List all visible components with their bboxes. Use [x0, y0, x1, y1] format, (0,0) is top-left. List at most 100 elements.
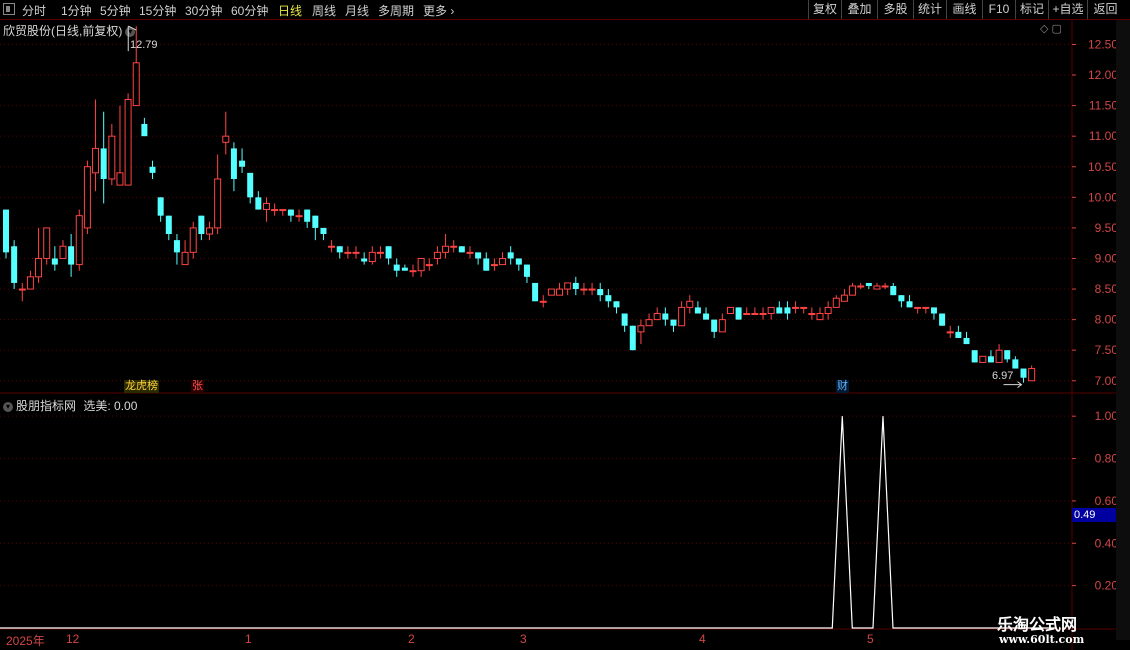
- candle-body: [458, 246, 465, 253]
- candle-body: [865, 282, 872, 286]
- candle-body: [393, 264, 400, 271]
- period-5min[interactable]: 5分钟: [100, 2, 131, 19]
- indicator-series-label: 选美:: [83, 399, 111, 413]
- candle-body: [466, 251, 474, 254]
- period-fenshi[interactable]: 分时: [22, 2, 46, 19]
- candle-body: [963, 337, 970, 345]
- diamond-icon[interactable]: ◇: [1040, 23, 1048, 35]
- period-15min[interactable]: 15分钟: [139, 2, 176, 19]
- candle-body: [35, 257, 43, 278]
- btn-biaoji[interactable]: 标记: [1015, 0, 1048, 19]
- period-more[interactable]: 更多 ›: [423, 2, 454, 19]
- main-panel-title: 欣贸股份(日线,前复权) ▾: [3, 22, 136, 39]
- candle-body: [792, 306, 800, 309]
- candle-body: [18, 288, 26, 291]
- btn-tongji[interactable]: 统计: [913, 0, 946, 19]
- candle-body: [433, 251, 441, 259]
- candle-body: [564, 282, 572, 290]
- main-y-tick-label: 12.00: [1088, 68, 1118, 82]
- candle-body: [490, 264, 498, 267]
- candle-body: [279, 209, 287, 212]
- candle-body: [971, 350, 978, 363]
- badge-cai[interactable]: 财: [836, 380, 849, 393]
- btn-diejia[interactable]: 叠加: [841, 0, 877, 19]
- candle-body: [539, 300, 547, 303]
- chevron-down-icon[interactable]: ▾: [3, 401, 13, 412]
- candle-body: [694, 307, 701, 314]
- candle-body: [247, 172, 254, 198]
- badge-zhang[interactable]: 张: [191, 380, 204, 393]
- badge-longhubang[interactable]: 龙虎榜: [124, 380, 159, 393]
- candle-body: [108, 135, 116, 180]
- candlestick-chart[interactable]: 12.5012.0011.5011.0010.5010.009.509.008.…: [0, 0, 1130, 650]
- period-daily[interactable]: 日线: [278, 2, 302, 19]
- period-30min[interactable]: 30分钟: [185, 2, 222, 19]
- candle-body: [930, 307, 937, 314]
- candle-body: [572, 282, 579, 290]
- candle-body: [726, 306, 734, 315]
- btn-zixuan[interactable]: +自选: [1048, 0, 1087, 19]
- candle-body: [784, 307, 791, 314]
- candle-body: [43, 227, 51, 259]
- square-icon[interactable]: ▢: [1052, 23, 1062, 35]
- candle-body: [662, 313, 669, 320]
- candle-body: [547, 288, 555, 296]
- period-weekly[interactable]: 周线: [312, 2, 336, 19]
- candle-body: [979, 355, 987, 363]
- candle-body: [987, 356, 994, 363]
- ind-y-tick-label: 0.80: [1095, 452, 1119, 466]
- candle-body: [507, 252, 514, 259]
- candle-body: [873, 285, 881, 290]
- candle-body: [100, 148, 107, 179]
- candle-body: [898, 295, 905, 302]
- period-60min[interactable]: 60分钟: [231, 2, 268, 19]
- time-label-year: 2025年: [6, 634, 45, 648]
- candle-body: [181, 251, 189, 266]
- btn-huaxian[interactable]: 画线: [946, 0, 982, 19]
- window-icon[interactable]: [3, 3, 15, 15]
- btn-f10[interactable]: F10: [982, 0, 1015, 19]
- candle-body: [124, 98, 132, 186]
- period-1min[interactable]: 1分钟: [61, 2, 92, 19]
- candle-body: [361, 258, 368, 262]
- candle-body: [214, 178, 222, 229]
- candle-body: [922, 306, 930, 309]
- candle-body: [344, 251, 352, 254]
- candle-body: [368, 251, 376, 263]
- candle-body: [189, 227, 197, 253]
- candle-body: [808, 313, 816, 316]
- toolbar: 分时 1分钟 5分钟 15分钟 30分钟 60分钟 日线 周线 月线 多周期 更…: [0, 0, 1130, 20]
- period-multi[interactable]: 多周期: [378, 2, 414, 19]
- candle-body: [645, 319, 653, 327]
- main-y-tick-label: 10.50: [1088, 160, 1118, 174]
- btn-fanhui[interactable]: 返回: [1087, 0, 1123, 19]
- panel-tools: ◇ ▢: [1040, 22, 1062, 35]
- candle-body: [686, 300, 694, 308]
- time-axis: 2025年 12 1 2 3 4 5: [0, 630, 1072, 650]
- main-y-tick-label: 9.00: [1095, 251, 1119, 265]
- candle-body: [376, 251, 384, 254]
- candle-body: [206, 227, 213, 235]
- main-y-tick-label: 12.50: [1088, 37, 1118, 51]
- btn-duogu[interactable]: 多股: [877, 0, 913, 19]
- candle-body: [597, 289, 604, 296]
- candle-body: [629, 325, 636, 351]
- side-strip[interactable]: [1116, 20, 1130, 640]
- candle-body: [336, 246, 343, 253]
- main-y-tick-label: 10.00: [1088, 190, 1118, 204]
- time-label-feb: 2: [408, 632, 415, 646]
- candle-body: [906, 301, 913, 308]
- candle-body: [767, 306, 775, 315]
- ind-y-tick-label: 0.60: [1095, 494, 1119, 508]
- candle-body: [800, 306, 808, 309]
- period-monthly[interactable]: 月线: [345, 2, 369, 19]
- candle-body: [532, 282, 539, 302]
- chevron-down-icon[interactable]: ▾: [125, 26, 136, 37]
- candle-body: [59, 245, 67, 259]
- candle-body: [352, 251, 360, 254]
- candle-body: [735, 307, 742, 320]
- candle-body: [271, 209, 279, 212]
- main-y-tick-label: 7.00: [1095, 374, 1119, 388]
- candle-body: [914, 306, 922, 309]
- btn-fuquan[interactable]: 复权: [808, 0, 841, 19]
